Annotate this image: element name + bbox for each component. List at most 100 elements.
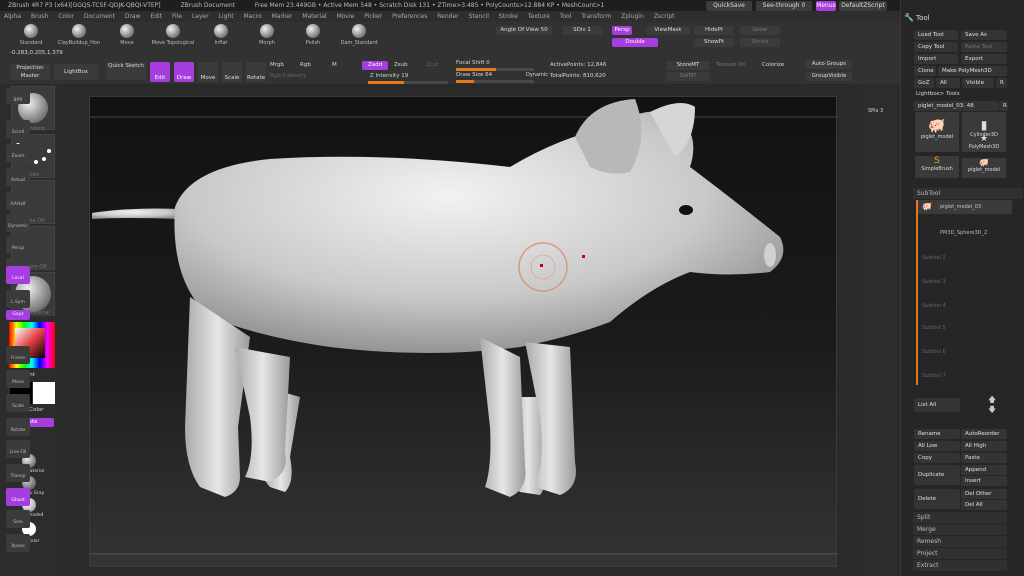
brush-inflat[interactable]: Inflat [198, 24, 244, 46]
brush-standard[interactable]: Standard [8, 24, 54, 46]
zcut-toggle[interactable]: Zcut [426, 62, 438, 68]
brush-dam-standard[interactable]: Dam_Standard [336, 24, 382, 46]
menu-brush[interactable]: Brush [31, 13, 48, 20]
xpose-button[interactable]: Xpose [6, 534, 30, 552]
menu-file[interactable]: File [172, 13, 182, 20]
load-tool-button[interactable]: Load Tool [914, 30, 958, 40]
duplicate-button[interactable]: Duplicate [914, 465, 960, 485]
frame-button[interactable]: Frame [6, 346, 30, 364]
delete-button[interactable]: Delete [914, 489, 960, 509]
angle-of-view-slider[interactable]: Angle Of View 50 [496, 26, 552, 35]
menu-transform[interactable]: Transform [581, 13, 611, 20]
menu-marker[interactable]: Marker [272, 13, 293, 20]
brush-move[interactable]: Move [104, 24, 150, 46]
persp-button[interactable]: Persp [6, 236, 30, 254]
tool-thumb-polymesh[interactable]: ★ PolyMesh3D [962, 134, 1006, 156]
m-toggle[interactable]: M [332, 62, 337, 68]
actual-button[interactable]: Actual [6, 168, 30, 186]
all-low-button[interactable]: All Low [914, 441, 960, 451]
paste-subtool-button[interactable]: Paste [961, 453, 1007, 463]
rename-button[interactable]: Rename [914, 429, 960, 439]
gxyz-button[interactable]: Gxyz [6, 310, 30, 320]
grow-button[interactable]: Grow [740, 26, 780, 35]
rgb-intensity-slider[interactable]: Rgb Intensity [270, 73, 307, 79]
focal-shift-track[interactable] [456, 68, 534, 71]
project-section[interactable]: Project [913, 548, 1007, 559]
copy-tool-button[interactable]: Copy Tool [914, 42, 958, 52]
all-high-button[interactable]: All High [961, 441, 1007, 451]
menu-preferences[interactable]: Preferences [392, 13, 427, 20]
export-button[interactable]: Export [961, 54, 1007, 64]
arrow-down-icon[interactable]: 🡇 [988, 404, 996, 418]
focal-shift-slider[interactable]: Focal Shift 0 [456, 60, 490, 66]
viewmask-button[interactable]: ViewMask [646, 26, 690, 35]
storemt-button[interactable]: StoreMT [666, 61, 710, 70]
menu-alpha[interactable]: Alpha [4, 13, 21, 20]
subtool-header[interactable]: SubTool [913, 188, 1023, 199]
move-button[interactable]: Move [198, 62, 218, 82]
tool-thumb-piglet-2[interactable]: 🐖 piglet_model [962, 158, 1006, 178]
rotate-view-button[interactable]: Rotate [6, 418, 30, 436]
del-all-button[interactable]: Del All [961, 500, 1007, 510]
zadd-toggle[interactable]: Zadd [362, 61, 388, 70]
rotate-button[interactable]: Rotate [246, 62, 266, 82]
showpt-button[interactable]: ShowPt [694, 38, 734, 47]
see-through-slider[interactable]: See-through 0 [756, 1, 812, 11]
colorize-toggle[interactable]: Colorize [762, 62, 784, 68]
subtool-item-piglet[interactable]: piglet_model_03 [918, 200, 1012, 214]
save-as-button[interactable]: Save As [961, 30, 1007, 40]
lightbox-button[interactable]: LightBox [54, 64, 98, 80]
persp-toggle[interactable]: Persp [612, 26, 632, 35]
dynamic-persp-button[interactable]: Dynamic [6, 214, 30, 232]
dynamic-toggle[interactable]: Dynamic [526, 72, 548, 78]
group-visible-button[interactable]: GroupVisible [806, 72, 852, 81]
menu-material[interactable]: Material [302, 13, 326, 20]
brush-morph[interactable]: Morph [244, 24, 290, 46]
tool-panel-title[interactable]: Tool [916, 14, 930, 22]
document-canvas[interactable] [89, 96, 838, 567]
lsym-button[interactable]: L.Sym [6, 290, 30, 308]
del-other-button[interactable]: Del Other [961, 489, 1007, 499]
mrgb-toggle[interactable]: Mrgb [270, 62, 284, 68]
quicksave-button[interactable]: QuickSave [706, 1, 752, 11]
texture-on-toggle[interactable]: Texture On [716, 62, 746, 68]
draw-size-slider[interactable]: Draw Size 64 [456, 72, 492, 78]
goz-all-button[interactable]: All [936, 78, 960, 88]
import-button[interactable]: Import [914, 54, 958, 64]
local-button[interactable]: Local [6, 266, 30, 284]
transp-button[interactable]: Transp [6, 464, 30, 482]
brush-polish[interactable]: Polish [290, 24, 336, 46]
scale-view-button[interactable]: Scale [6, 394, 30, 412]
lightbox-tools-link[interactable]: Lightbox> Tools [916, 91, 960, 97]
line-fill-button[interactable]: Line Fill [6, 440, 30, 458]
spix-slider[interactable]: SPix 3 [868, 108, 883, 114]
draw-size-track[interactable] [456, 80, 534, 83]
menu-draw[interactable]: Draw [125, 13, 141, 20]
double-toggle[interactable]: Double [612, 38, 658, 47]
menu-texture[interactable]: Texture [528, 13, 550, 20]
goz-button[interactable]: GoZ [914, 78, 934, 88]
brush-move-topological[interactable]: Move Topological [150, 24, 196, 46]
current-tool-slider[interactable]: piglet_model_03. 48 [914, 101, 998, 111]
current-tool-r-button[interactable]: R [999, 101, 1008, 111]
paste-tool-button[interactable]: Paste Tool [961, 42, 1007, 52]
move-view-button[interactable]: Move [6, 370, 30, 388]
clone-button[interactable]: Clone [914, 66, 936, 76]
menu-zscript[interactable]: Zscript [654, 13, 675, 20]
tool-thumb-simplebrush[interactable]: S SimpleBrush [915, 156, 959, 178]
scroll-button[interactable]: Scroll [6, 120, 30, 138]
brush-claybuildup[interactable]: ClayBuildup_Hon [56, 24, 102, 46]
solo-button[interactable]: Solo [6, 510, 30, 528]
menu-layer[interactable]: Layer [192, 13, 209, 20]
projection-master-button[interactable]: Projection Master [10, 64, 50, 80]
menu-color[interactable]: Color [58, 13, 74, 20]
extract-section[interactable]: Extract [913, 560, 1007, 571]
copy-subtool-button[interactable]: Copy [914, 453, 960, 463]
goz-r-button[interactable]: R [996, 78, 1007, 88]
quick-sketch-button[interactable]: Quick Sketch [106, 62, 146, 80]
zsub-toggle[interactable]: Zsub [394, 62, 408, 68]
merge-section[interactable]: Merge [913, 524, 1007, 535]
insert-button[interactable]: Insert [961, 476, 1007, 486]
zoom-button[interactable]: Zoom [6, 144, 30, 162]
bpr-button[interactable]: BPR [6, 88, 30, 104]
